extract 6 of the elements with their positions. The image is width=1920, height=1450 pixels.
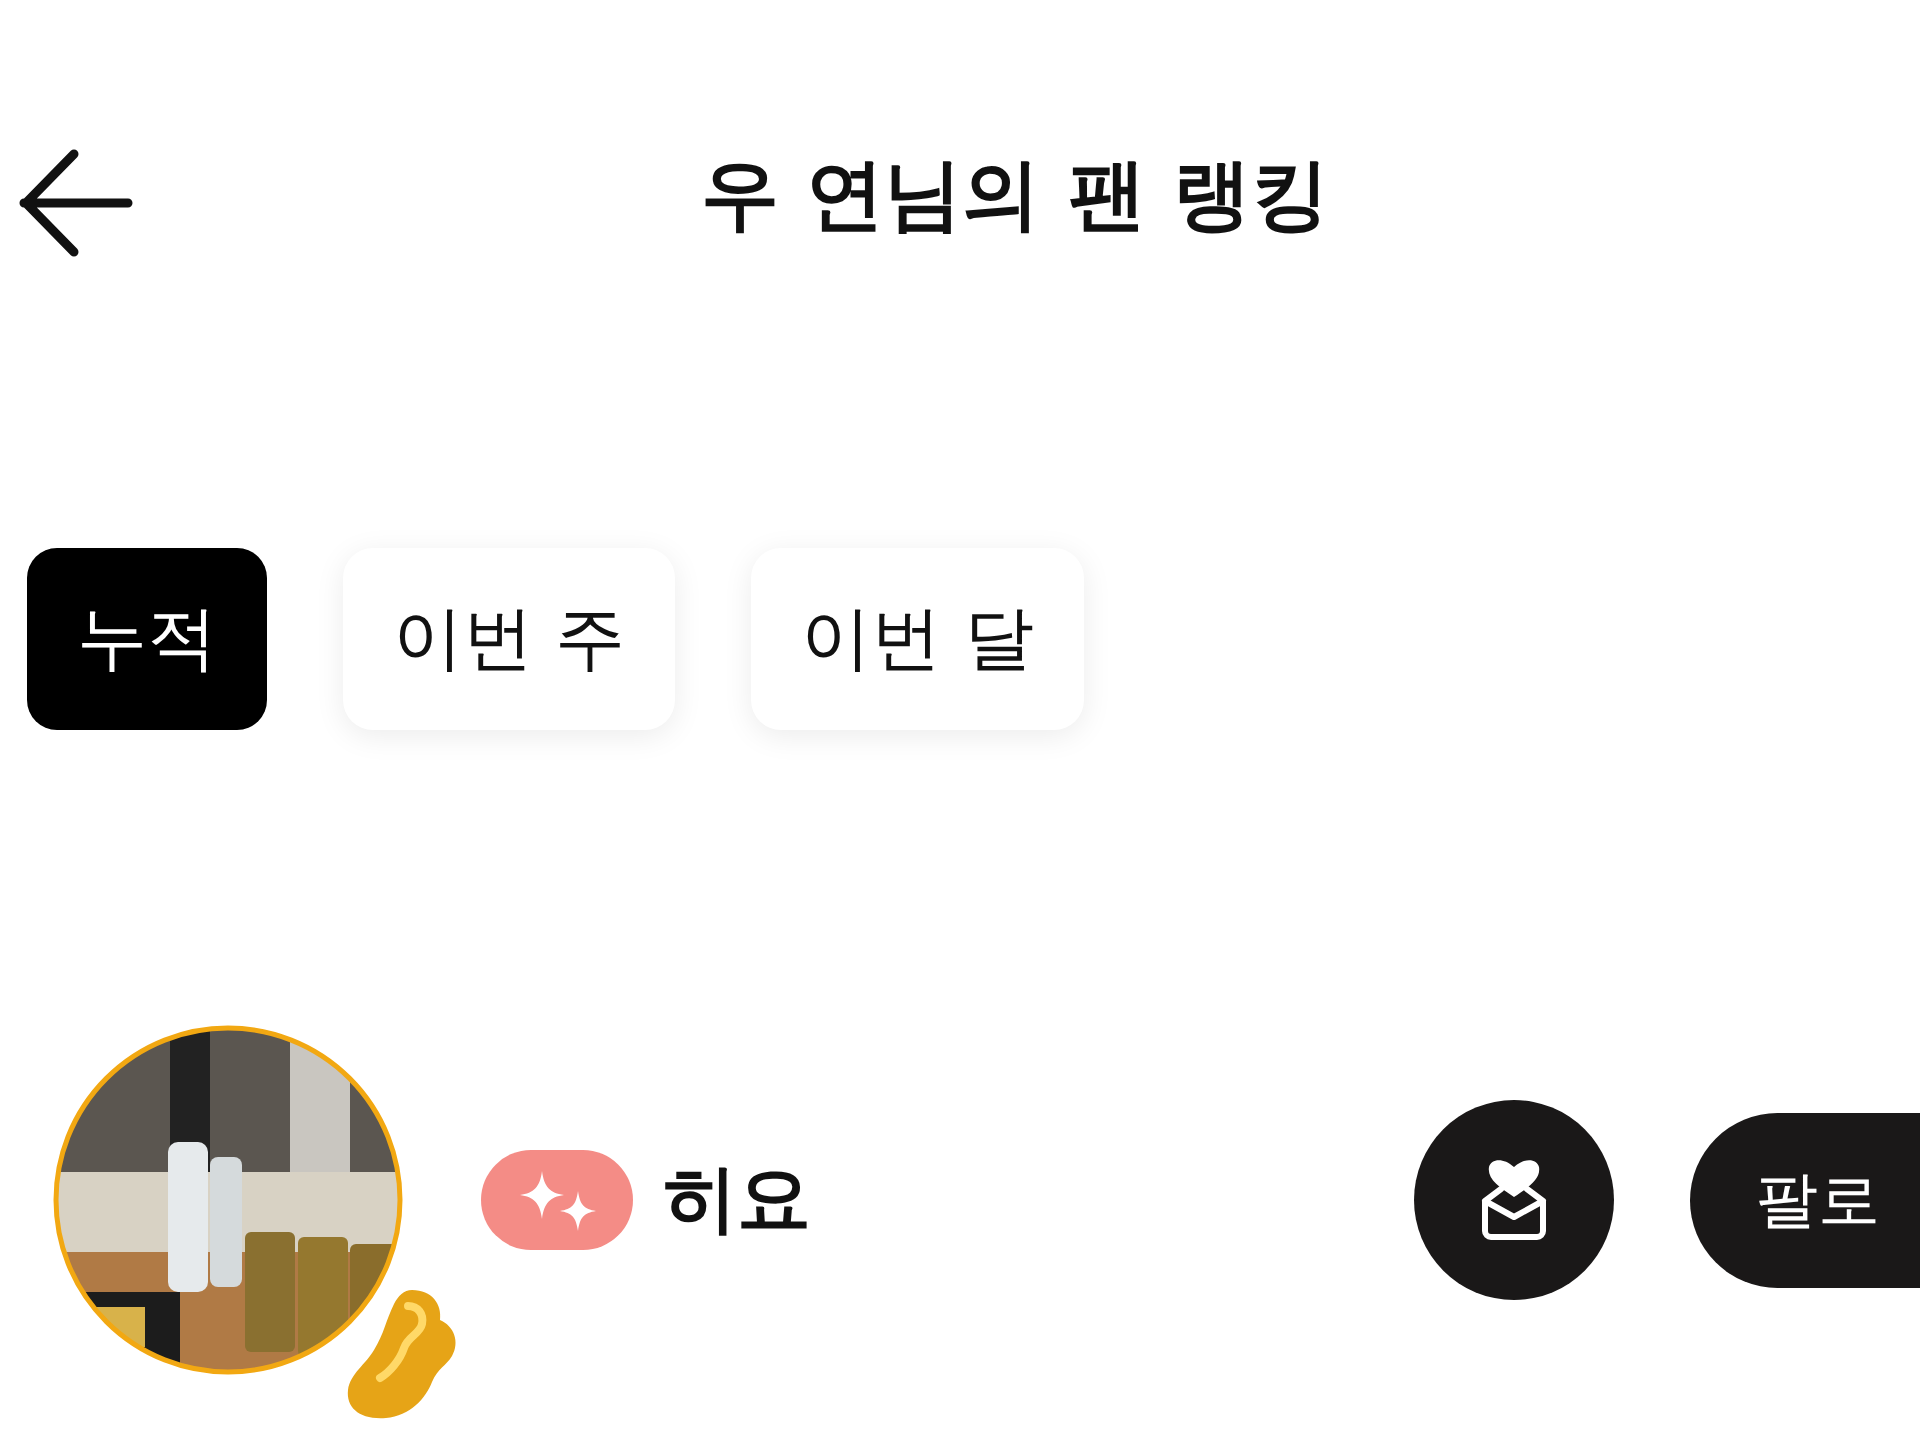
period-tab[interactable]: 이번 주 xyxy=(343,548,676,730)
fan-name: 히요 xyxy=(663,1154,811,1243)
page-title: 우 연님의 팬 랭킹 xyxy=(701,148,1329,241)
period-tab[interactable]: 이번 달 xyxy=(751,548,1084,730)
period-tab[interactable]: 누적 xyxy=(27,548,267,730)
follow-button[interactable]: 팔로 xyxy=(1690,1112,1920,1288)
